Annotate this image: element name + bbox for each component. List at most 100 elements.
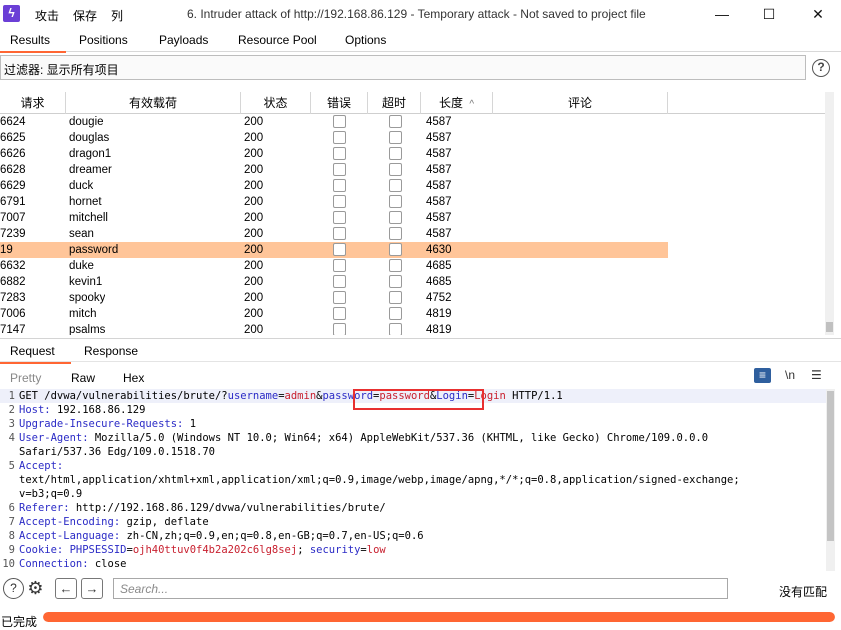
cell-status: 200 [244, 180, 264, 192]
table-row[interactable]: 6629 duck 200 4587 [0, 178, 668, 194]
tab-response[interactable]: Response [84, 344, 138, 358]
tab-payloads[interactable]: Payloads [159, 33, 208, 47]
tab-positions[interactable]: Positions [79, 33, 128, 47]
tab-results[interactable]: Results [0, 33, 67, 53]
line-number: 6 [8, 502, 15, 514]
timeout-checkbox [389, 227, 402, 240]
previous-match-button[interactable]: ← [55, 578, 77, 599]
cell-length: 4587 [426, 164, 452, 176]
timeout-checkbox [389, 291, 402, 304]
tab-pretty[interactable]: Pretty [10, 371, 41, 385]
line-number: 2 [8, 404, 15, 416]
line-code: Accept: [19, 459, 826, 473]
column-header-payload[interactable]: 有效载荷 [66, 92, 241, 114]
table-row[interactable]: 6632 duke 200 4685 [0, 258, 668, 274]
table-row[interactable]: 6628 dreamer 200 4587 [0, 162, 668, 178]
line-code: GET /dvwa/vulnerabilities/brute/?usernam… [19, 389, 826, 403]
close-button[interactable]: ✕ [795, 0, 841, 28]
help-question-icon[interactable]: ? [3, 578, 24, 599]
table-row[interactable]: 7007 mitchell 200 4587 [0, 210, 668, 226]
request-line: 7 Accept-Encoding: gzip, deflate [0, 515, 826, 529]
table-row[interactable]: 6791 hornet 200 4587 [0, 194, 668, 210]
http-text-token: Mozilla/5.0 (Windows NT 10.0; Win64; x64… [94, 432, 709, 444]
burp-logo-icon: ϟ [3, 5, 20, 22]
table-row[interactable]: 19 password 200 4630 [0, 242, 668, 258]
column-header-error[interactable]: 错误 [311, 92, 368, 114]
column-header-status[interactable]: 状态 [241, 92, 311, 114]
cell-request: 6882 [0, 276, 26, 288]
cell-payload: hornet [69, 196, 102, 208]
error-checkbox [333, 115, 346, 128]
tab-request[interactable]: Request [0, 344, 71, 364]
request-line: 4 User-Agent: Mozilla/5.0 (Windows NT 10.… [0, 431, 826, 445]
timeout-checkbox [389, 259, 402, 272]
request-line: 3 Upgrade-Insecure-Requests: 1 [0, 417, 826, 431]
cell-length: 4587 [426, 196, 452, 208]
menu-columns[interactable]: 列 [111, 7, 123, 24]
column-header-timeout[interactable]: 超时 [368, 92, 421, 114]
error-checkbox [333, 147, 346, 160]
table-row[interactable]: 6625 douglas 200 4587 [0, 130, 668, 146]
search-input[interactable] [113, 578, 728, 599]
column-header-length[interactable]: 长度 ^ [421, 92, 493, 114]
minimize-button[interactable]: — [699, 0, 745, 28]
menu-attack[interactable]: 攻击 [35, 7, 59, 24]
request-line: 5 Accept: [0, 459, 826, 473]
editor-menu-icon[interactable]: ☰ [811, 368, 822, 382]
settings-gear-icon[interactable]: ⚙ [25, 578, 46, 599]
line-number: 7 [8, 516, 15, 528]
results-scrollbar[interactable] [825, 92, 834, 335]
error-checkbox [333, 179, 346, 192]
status-text: 已完成 [1, 615, 38, 629]
cell-status: 200 [244, 228, 264, 240]
column-header-comment[interactable]: 评论 [493, 92, 668, 114]
table-row[interactable]: 6624 dougie 200 4587 [0, 114, 668, 130]
http-key-token: password [322, 390, 374, 402]
cell-length: 4685 [426, 276, 452, 288]
timeout-checkbox [389, 179, 402, 192]
table-row[interactable]: 7006 mitch 200 4819 [0, 306, 668, 322]
cell-status: 200 [244, 292, 264, 304]
tab-options[interactable]: Options [345, 33, 386, 47]
http-value-token: admin [284, 390, 317, 402]
filter-bar[interactable]: 过滤器: 显示所有项目 [0, 55, 806, 80]
next-match-button[interactable]: → [81, 578, 103, 599]
line-code: Referer: http://192.168.86.129/dvwa/vuln… [19, 501, 826, 515]
help-icon[interactable]: ? [812, 59, 830, 77]
table-row[interactable]: 6882 kevin1 200 4685 [0, 274, 668, 290]
maximize-button[interactable]: ☐ [746, 0, 792, 28]
search-bar: ? ⚙ ← → 没有匹配 [0, 575, 841, 603]
tab-resource-pool[interactable]: Resource Pool [238, 33, 317, 47]
menu-save[interactable]: 保存 [73, 7, 97, 24]
error-checkbox [333, 131, 346, 144]
line-code: Safari/537.36 Edg/109.0.1518.70 [19, 445, 826, 459]
editor-scrollbar-thumb[interactable] [827, 391, 834, 541]
table-row[interactable]: 7239 sean 200 4587 [0, 226, 668, 242]
table-row[interactable]: 7147 psalms 200 4819 [0, 322, 668, 335]
cell-status: 200 [244, 132, 264, 144]
tab-hex[interactable]: Hex [123, 371, 144, 385]
results-scrollbar-thumb[interactable] [826, 322, 833, 332]
cell-status: 200 [244, 244, 264, 256]
newline-toggle-icon[interactable]: \n [785, 368, 795, 382]
timeout-checkbox [389, 323, 402, 335]
line-number: 4 [8, 432, 15, 444]
column-header-request[interactable]: 请求 [0, 92, 66, 114]
http-value-token: low [366, 544, 386, 556]
tab-raw[interactable]: Raw [58, 371, 108, 391]
error-checkbox [333, 243, 346, 256]
http-text-token: 1 [189, 418, 197, 430]
http-text-token: ; [297, 544, 310, 556]
error-checkbox [333, 307, 346, 320]
raw-request-editor[interactable]: 1 GET /dvwa/vulnerabilities/brute/?userna… [0, 389, 826, 571]
cell-request: 7147 [0, 324, 26, 335]
request-line: 2 Host: 192.168.86.129 [0, 403, 826, 417]
editor-scrollbar[interactable] [826, 389, 835, 571]
line-number: 3 [8, 418, 15, 430]
table-row[interactable]: 6626 dragon1 200 4587 [0, 146, 668, 162]
word-wrap-icon[interactable]: ≡ [754, 368, 771, 383]
cell-request: 6629 [0, 180, 26, 192]
table-row[interactable]: 7283 spooky 200 4752 [0, 290, 668, 306]
timeout-checkbox [389, 307, 402, 320]
cell-request: 6632 [0, 260, 26, 272]
